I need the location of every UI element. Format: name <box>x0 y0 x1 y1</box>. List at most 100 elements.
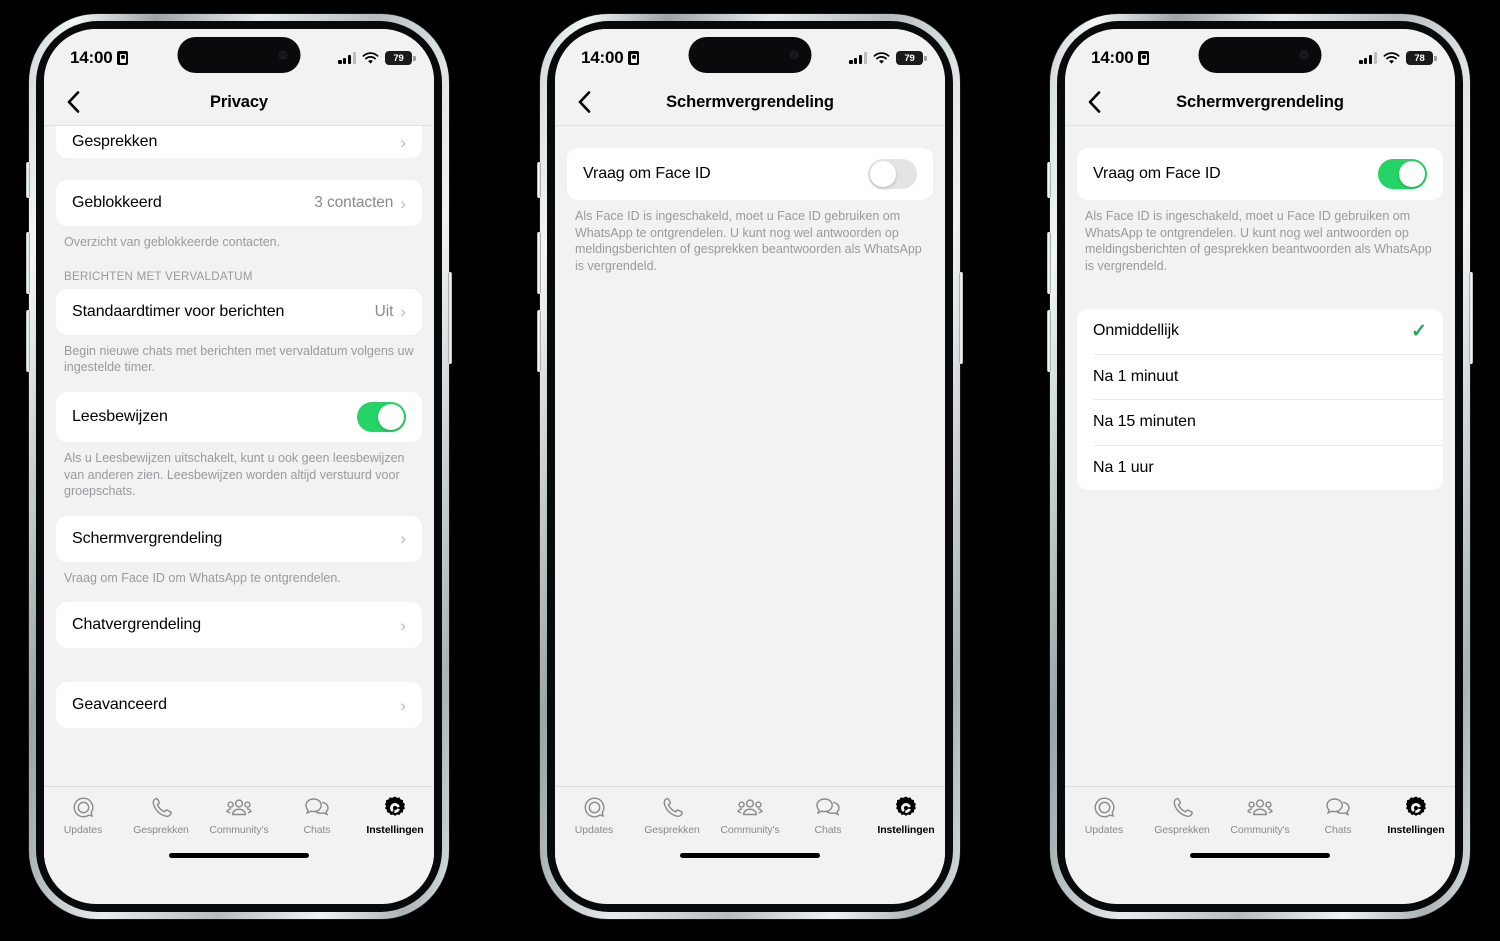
tab-chats[interactable]: Chats <box>789 794 867 836</box>
faceid-footnote: Als Face ID is ingeschakeld, moet u Face… <box>1085 209 1432 273</box>
back-button[interactable] <box>569 87 599 117</box>
row-standaardtimer[interactable]: Standaardtimer voor berichten Uit › <box>56 289 422 335</box>
row-chatvergrendeling[interactable]: Chatvergrendeling › <box>56 602 422 648</box>
faceid-footnote: Als Face ID is ingeschakeld, moet u Face… <box>575 209 922 273</box>
status-bar-right: 79 <box>338 43 416 65</box>
tab-gesprekken[interactable]: Gesprekken <box>633 794 711 836</box>
volume-down-button[interactable] <box>537 310 541 372</box>
volume-down-button[interactable] <box>1047 310 1051 372</box>
dynamic-island <box>688 37 812 73</box>
wifi-icon <box>362 51 379 65</box>
row-geblokkeerd[interactable]: Geblokkeerd 3 contacten › <box>56 180 422 226</box>
tab-communitys[interactable]: Community's <box>1221 794 1299 836</box>
row-label: Schermvergrendeling <box>72 529 223 547</box>
row-gesprekken[interactable]: Gesprekken › <box>56 126 422 158</box>
option-label: Na 15 minuten <box>1093 413 1196 430</box>
status-bar-left: 14:00 <box>1091 40 1150 68</box>
chevron-right-icon: › <box>400 302 406 322</box>
phone-mockup-2: 14:00 79 Schermvergrendeling Vraag om Fa… <box>537 14 963 919</box>
volume-up-button[interactable] <box>26 232 30 294</box>
option-row-na-1-minuut[interactable]: Na 1 minuut <box>1077 354 1443 399</box>
volume-up-button[interactable] <box>537 232 541 294</box>
leesbewijzen-toggle[interactable] <box>357 401 406 432</box>
lock-timeout-options-card: Onmiddellijk ✓ Na 1 minuut Na 15 minuten <box>1077 308 1443 490</box>
tab-label: Chats <box>814 824 842 836</box>
battery-percent: 79 <box>393 52 404 64</box>
tab-gesprekken[interactable]: Gesprekken <box>122 794 200 836</box>
row-vraag-om-face-id[interactable]: Vraag om Face ID <box>1077 148 1443 200</box>
home-indicator <box>169 853 309 858</box>
option-row-na-15-minuten[interactable]: Na 15 minuten <box>1077 400 1443 445</box>
volume-up-button[interactable] <box>1047 232 1051 294</box>
row-geavanceerd[interactable]: Geavanceerd › <box>56 682 422 728</box>
status-time: 14:00 <box>1091 48 1134 67</box>
tab-label: Gesprekken <box>644 824 700 836</box>
row-value: Uit <box>374 302 394 320</box>
tab-chats[interactable]: Chats <box>278 794 356 836</box>
tab-updates[interactable]: Updates <box>44 794 122 836</box>
tab-instellingen[interactable]: Instellingen <box>867 794 945 836</box>
settings-gear-icon <box>382 794 408 821</box>
tab-label: Gesprekken <box>1154 824 1210 836</box>
updates-icon <box>71 794 96 821</box>
tab-bar: Updates Gesprekken Community's Chats Ins… <box>1065 786 1455 865</box>
tab-label: Gesprekken <box>133 824 189 836</box>
row-vraag-om-face-id[interactable]: Vraag om Face ID <box>567 148 933 200</box>
power-button[interactable] <box>1469 272 1473 364</box>
tab-label: Updates <box>574 824 614 836</box>
face-id-toggle[interactable] <box>868 159 917 189</box>
home-indicator <box>680 853 820 858</box>
status-bar: 14:00 79 <box>44 29 434 79</box>
option-row-onmiddellijk[interactable]: Onmiddellijk ✓ <box>1077 309 1443 354</box>
chevron-right-icon: › <box>400 695 406 715</box>
row-label: Geavanceerd <box>72 696 167 714</box>
status-bar: 14:00 78 <box>1065 29 1455 79</box>
tab-chats[interactable]: Chats <box>1299 794 1377 836</box>
row-right: 3 contacten › <box>314 194 406 212</box>
phone-screen-3: 14:00 78 Schermvergrendeling Vraag om Fa… <box>1065 29 1455 904</box>
tab-communitys[interactable]: Community's <box>711 794 789 836</box>
action-button[interactable] <box>537 162 541 198</box>
volume-down-button[interactable] <box>26 310 30 372</box>
tab-instellingen[interactable]: Instellingen <box>1377 794 1455 836</box>
calls-icon <box>149 794 174 821</box>
status-time: 14:00 <box>70 48 113 67</box>
row-leesbewijzen[interactable]: Leesbewijzen <box>56 392 422 442</box>
row-label: Gesprekken <box>72 133 158 150</box>
dynamic-island <box>177 37 301 73</box>
row-label: Standaardtimer voor berichten <box>72 302 285 320</box>
row-label: Leesbewijzen <box>72 407 168 425</box>
tab-gesprekken[interactable]: Gesprekken <box>1143 794 1221 836</box>
chevron-right-icon: › <box>400 132 406 152</box>
tab-label: Instellingen <box>366 824 424 836</box>
power-button[interactable] <box>959 272 963 364</box>
power-button[interactable] <box>448 272 452 364</box>
settings-list-2: Vraag om Face ID Als Face ID is ingescha… <box>555 126 945 865</box>
tab-updates[interactable]: Updates <box>1065 794 1143 836</box>
tab-communitys[interactable]: Community's <box>200 794 278 836</box>
action-button[interactable] <box>1047 162 1051 198</box>
row-schermvergrendeling[interactable]: Schermvergrendeling › <box>56 516 422 562</box>
tab-label: Instellingen <box>1387 824 1445 836</box>
action-button[interactable] <box>26 162 30 198</box>
tab-updates[interactable]: Updates <box>555 794 633 836</box>
tab-bar: Updates Gesprekken Community's Chats Ins… <box>555 786 945 865</box>
navigation-bar: Schermvergrendeling <box>1065 79 1455 126</box>
back-button[interactable] <box>58 87 88 117</box>
settings-list-1: Gesprekken › Geblokkeerd 3 contacten › O… <box>44 126 434 865</box>
option-row-na-1-uur[interactable]: Na 1 uur <box>1077 445 1443 490</box>
schermvergrendeling-card: Schermvergrendeling › <box>56 515 422 562</box>
dynamic-island <box>1198 37 1322 73</box>
navigation-bar: Schermvergrendeling <box>555 79 945 126</box>
face-id-toggle[interactable] <box>1378 159 1427 189</box>
status-bar-left: 14:00 <box>70 40 129 68</box>
communities-icon <box>225 794 253 821</box>
battery-percent: 79 <box>904 52 915 64</box>
tab-label: Updates <box>63 824 103 836</box>
recording-indicator-icon <box>1138 51 1150 65</box>
back-button[interactable] <box>1079 87 1109 117</box>
tab-instellingen[interactable]: Instellingen <box>356 794 434 836</box>
